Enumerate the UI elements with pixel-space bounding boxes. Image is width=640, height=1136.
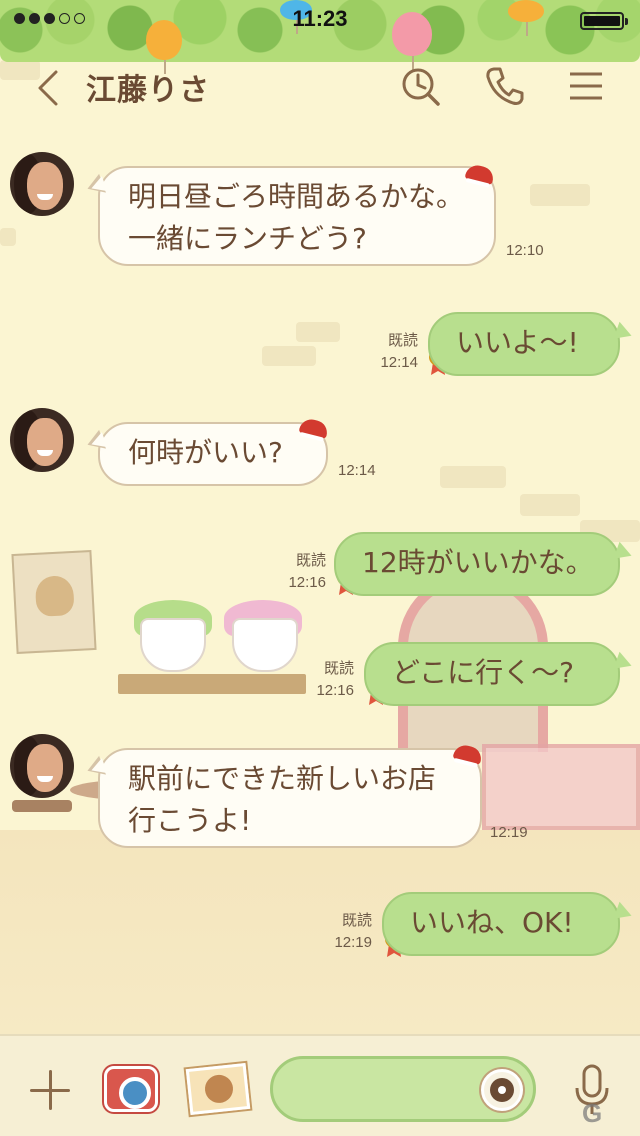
- watermark-logo: G: [582, 1098, 603, 1128]
- message-text-line: 明日昼ごろ時間あるかな。: [128, 180, 465, 213]
- menu-icon[interactable]: [564, 64, 608, 108]
- message-text: どこに行く～?: [392, 656, 575, 689]
- pokeball-icon[interactable]: [481, 1069, 523, 1111]
- chat-header: 江藤りさ: [0, 62, 640, 110]
- status-time: 11:23: [292, 6, 348, 31]
- search-clock-icon[interactable]: [398, 64, 442, 108]
- message-time: 12:19: [490, 824, 528, 841]
- battery-icon: [580, 12, 628, 30]
- back-icon[interactable]: [34, 68, 64, 108]
- incoming-message-bubble[interactable]: 明日昼ごろ時間あるかな。 一緒にランチどう?: [98, 166, 496, 266]
- status-bar: 11:23: [0, 0, 640, 40]
- poster-decoration: [11, 549, 97, 655]
- message-composer-bar: G: [0, 1034, 640, 1136]
- camera-icon[interactable]: [104, 1066, 158, 1112]
- contact-avatar[interactable]: [10, 408, 74, 472]
- incoming-message-bubble[interactable]: 駅前にできた新しいお店 行こうよ!: [98, 748, 482, 848]
- message-text-line: 駅前にできた新しいお店: [128, 762, 437, 795]
- message-text: 12時がいいかな。: [362, 546, 594, 579]
- plant-pot: [232, 618, 298, 672]
- message-time: 12:16: [288, 574, 326, 591]
- plant-pot: [140, 618, 206, 672]
- read-receipt: 既読: [323, 660, 354, 677]
- outgoing-message-bubble[interactable]: どこに行く～?: [364, 642, 620, 706]
- message-text-line: 一緒にランチどう?: [128, 222, 367, 255]
- photo-sticker-icon[interactable]: [185, 1062, 251, 1116]
- read-receipt: 既読: [341, 912, 372, 929]
- outgoing-message-bubble[interactable]: いいよ～!: [428, 312, 620, 376]
- message-time: 12:14: [380, 354, 418, 371]
- read-receipt: 既読: [295, 552, 326, 569]
- contact-avatar[interactable]: [10, 152, 74, 216]
- message-time: 12:10: [506, 242, 544, 259]
- phone-icon[interactable]: [482, 64, 526, 108]
- contact-avatar[interactable]: [10, 734, 74, 798]
- incoming-message-bubble[interactable]: 何時がいい?: [98, 422, 328, 486]
- contact-name: 江藤りさ: [86, 73, 210, 108]
- read-receipt: 既読: [387, 332, 418, 349]
- chair-decoration: [12, 800, 72, 812]
- message-text: いいよ～!: [456, 326, 579, 359]
- message-input[interactable]: [270, 1056, 536, 1122]
- message-text: 何時がいい?: [128, 436, 283, 469]
- message-time: 12:19: [334, 934, 372, 951]
- outgoing-message-bubble[interactable]: 12時がいいかな。: [334, 532, 620, 596]
- outgoing-message-bubble[interactable]: いいね、OK!: [382, 892, 620, 956]
- shelf-decoration: [118, 674, 306, 694]
- plus-icon[interactable]: [28, 1068, 72, 1112]
- message-text: いいね、OK!: [410, 906, 574, 939]
- message-time: 12:16: [316, 682, 354, 699]
- counter-decoration: [482, 744, 640, 830]
- message-time: 12:14: [338, 462, 376, 479]
- message-text-line: 行こうよ!: [128, 804, 252, 837]
